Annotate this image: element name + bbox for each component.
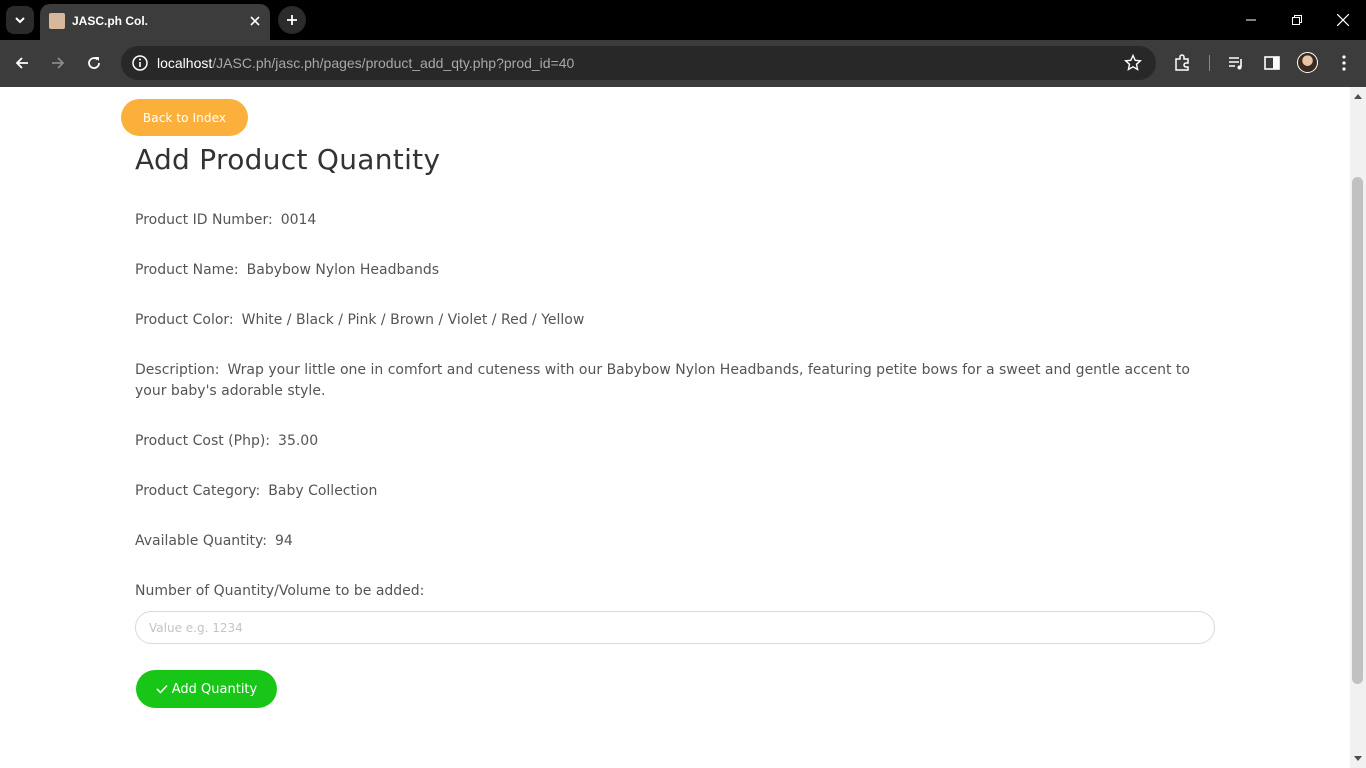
field-label: Product Name: xyxy=(135,262,239,278)
qty-label: Number of Quantity/Volume to be added: xyxy=(135,583,425,599)
browser-titlebar: JASC.ph Col. xyxy=(0,0,1366,40)
add-quantity-button[interactable]: Add Quantity xyxy=(136,670,277,708)
back-to-index-button[interactable]: Back to Index xyxy=(121,99,248,136)
available-quantity-row: Available Quantity: 94 xyxy=(135,531,1215,552)
field-value: Baby Collection xyxy=(268,483,378,499)
reload-icon xyxy=(88,57,100,69)
field-label: Available Quantity: xyxy=(135,533,268,549)
tab-close-button[interactable] xyxy=(246,12,264,30)
info-icon[interactable] xyxy=(131,54,149,72)
plus-icon xyxy=(287,15,297,25)
forward-nav-button[interactable] xyxy=(44,49,72,77)
product-color-row: Product Color: White / Black / Pink / Bro… xyxy=(135,310,1215,331)
star-icon[interactable] xyxy=(1124,54,1142,72)
tab-title: JASC.ph Col. xyxy=(72,14,149,28)
quantity-input[interactable] xyxy=(135,611,1215,644)
field-value: 0014 xyxy=(280,212,317,228)
back-icon xyxy=(15,57,28,69)
field-label: Product Color: xyxy=(135,312,234,328)
scroll-up-button[interactable] xyxy=(1350,87,1366,105)
page-scrollbar[interactable] xyxy=(1350,87,1366,768)
new-tab-button[interactable] xyxy=(278,6,306,34)
field-value: 35.00 xyxy=(278,433,319,449)
description-row: Description: Wrap your little one in comf… xyxy=(135,360,1215,402)
extensions-icon xyxy=(1175,54,1189,71)
field-label: Description: xyxy=(135,362,220,378)
media-control-button[interactable] xyxy=(1222,49,1250,77)
field-label: Product Cost (Php): xyxy=(135,433,271,449)
restore-icon xyxy=(1292,15,1302,25)
url-path: /JASC.ph/jasc.ph/pages/product_add_qty.p… xyxy=(212,55,575,71)
field-value: White / Black / Pink / Brown / Violet / … xyxy=(241,312,585,328)
side-panel-button[interactable] xyxy=(1258,49,1286,77)
favicon-icon xyxy=(49,13,65,29)
scrollbar-thumb[interactable] xyxy=(1352,177,1363,684)
product-category-row: Product Category: Baby Collection xyxy=(135,481,1215,502)
minimize-button[interactable] xyxy=(1228,0,1274,40)
caret-down-icon xyxy=(1354,756,1362,761)
product-id-row: Product ID Number: 0014 xyxy=(135,210,1215,231)
field-value: Wrap your little one in comfort and cute… xyxy=(135,362,1190,399)
check-icon xyxy=(156,684,168,694)
url-text[interactable]: localhost/JASC.ph/jasc.ph/pages/product_… xyxy=(157,55,574,71)
extensions-button[interactable] xyxy=(1168,49,1196,77)
caret-up-icon xyxy=(1354,94,1362,99)
reload-button[interactable] xyxy=(80,49,108,77)
close-icon xyxy=(1337,14,1349,26)
product-name-row: Product Name: Babybow Nylon Headbands xyxy=(135,260,1215,281)
field-label: Product ID Number: xyxy=(135,212,273,228)
minimize-icon xyxy=(1246,19,1256,21)
browser-tab-active[interactable]: JASC.ph Col. xyxy=(40,4,270,40)
close-icon xyxy=(250,16,260,26)
address-bar[interactable]: localhost/JASC.ph/jasc.ph/pages/product_… xyxy=(121,46,1156,80)
url-host: localhost xyxy=(157,55,213,71)
tab-search-button[interactable] xyxy=(6,6,34,34)
chevron-down-icon xyxy=(15,17,25,24)
forward-icon xyxy=(52,57,65,69)
page-title: Add Product Quantity xyxy=(135,143,441,176)
add-quantity-label: Add Quantity xyxy=(171,681,258,697)
scroll-down-button[interactable] xyxy=(1350,750,1366,768)
browser-menu-button[interactable] xyxy=(1330,49,1358,77)
menu-icon xyxy=(1342,55,1346,71)
field-label: Product Category: xyxy=(135,483,261,499)
browser-toolbar: localhost/JASC.ph/jasc.ph/pages/product_… xyxy=(0,40,1366,87)
field-value: Babybow Nylon Headbands xyxy=(246,262,440,278)
field-value: 94 xyxy=(275,533,293,549)
close-window-button[interactable] xyxy=(1320,0,1366,40)
restore-button[interactable] xyxy=(1274,0,1320,40)
profile-avatar[interactable] xyxy=(1297,52,1318,73)
media-icon xyxy=(1229,57,1242,70)
product-cost-row: Product Cost (Php): 35.00 xyxy=(135,431,1215,452)
back-nav-button[interactable] xyxy=(8,49,36,77)
page-content: Back to Index Add Product Quantity Produ… xyxy=(0,87,1350,768)
sidepanel-icon xyxy=(1264,56,1280,70)
toolbar-divider xyxy=(1209,55,1210,71)
